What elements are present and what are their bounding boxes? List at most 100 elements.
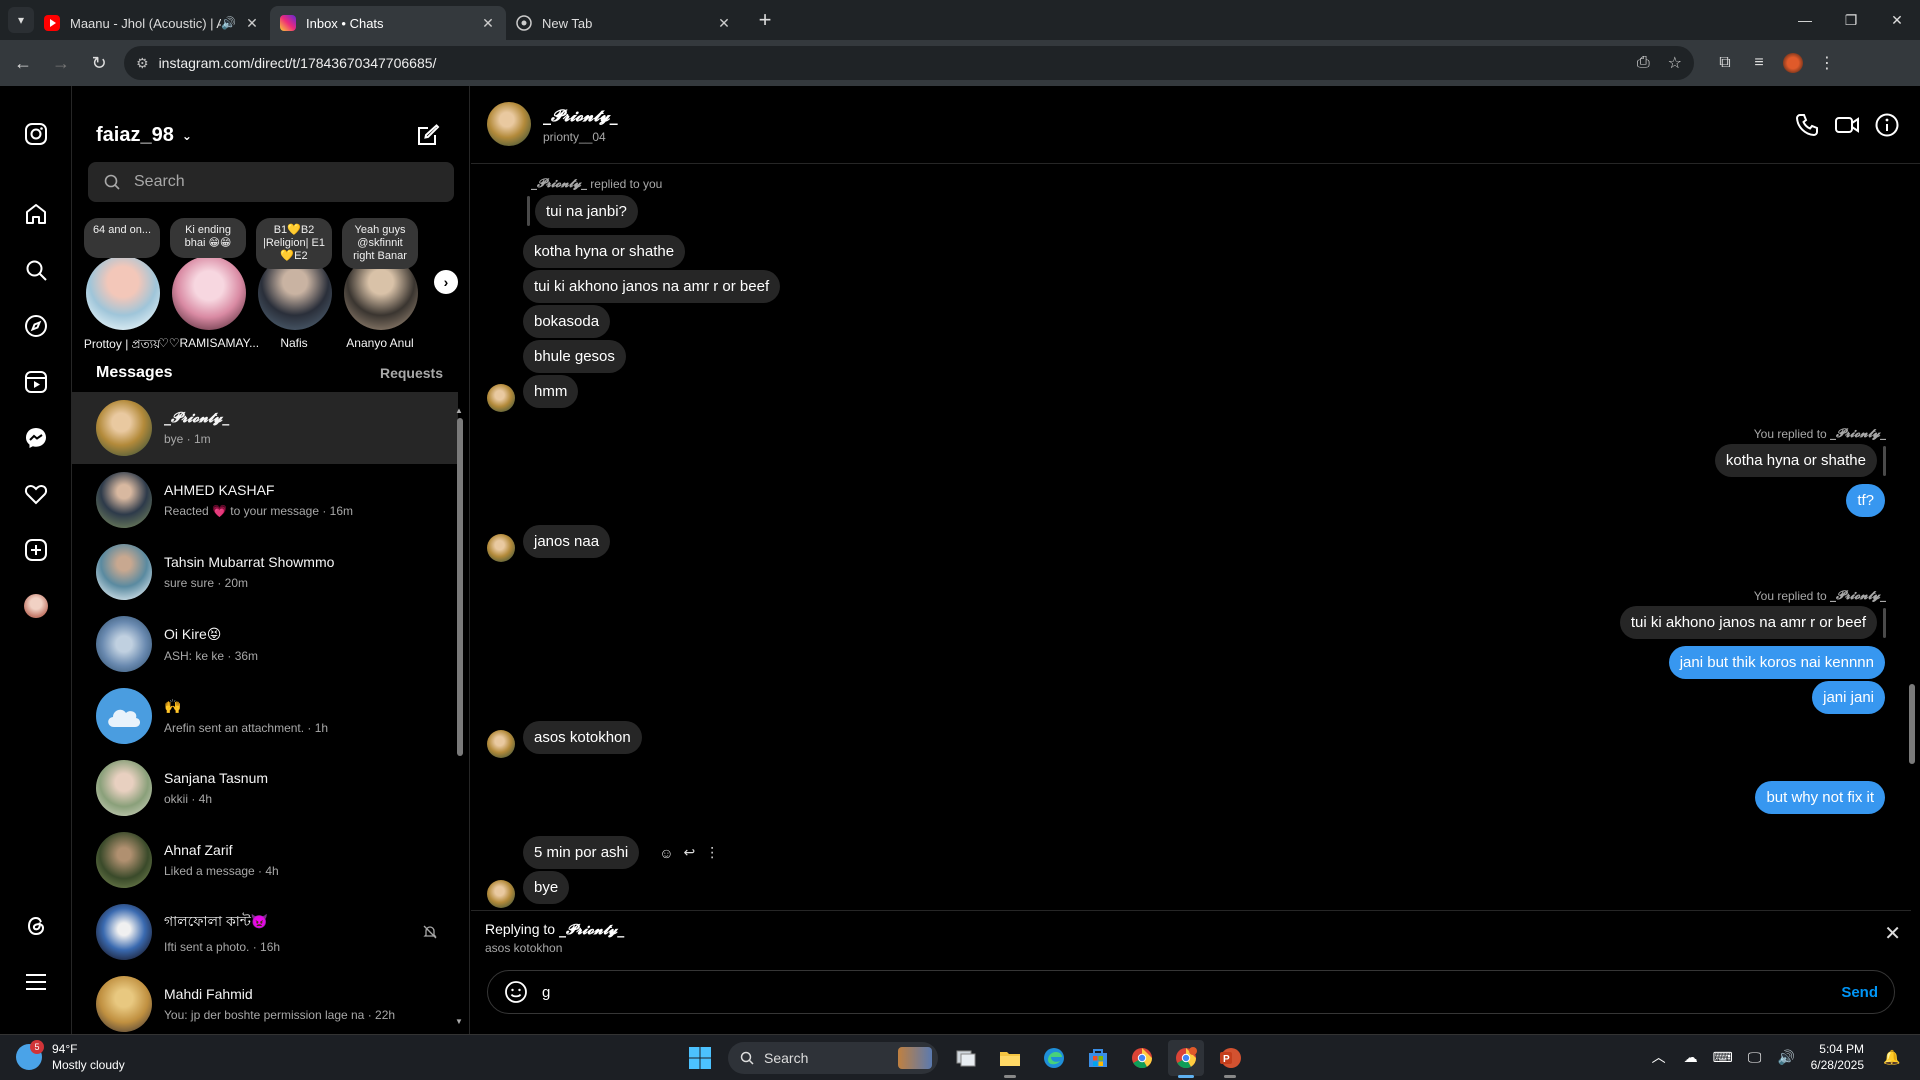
message-composer[interactable]: g Send — [487, 970, 1895, 1014]
new-message-compose-icon[interactable] — [415, 122, 441, 148]
close-tab-icon[interactable]: ✕ — [716, 15, 732, 32]
bookmark-star-icon[interactable]: ☆ — [1668, 53, 1682, 73]
more-kebab-icon[interactable]: ⋮ — [705, 844, 719, 861]
chrome-profile-icon[interactable] — [1168, 1040, 1204, 1078]
chat-partner-name[interactable]: _𝓟𝓻𝓲𝓸𝓷𝓽𝔂_ — [543, 106, 618, 126]
message-bubble-outgoing[interactable]: jani but thik koros nai kennnn — [1668, 646, 1885, 679]
threads-icon[interactable] — [22, 912, 50, 940]
menu-kebab-icon[interactable]: ⋮ — [1810, 53, 1844, 73]
message-bubble-outgoing[interactable]: jani jani — [1812, 681, 1885, 714]
message-bubble-incoming[interactable]: 5 min por ashi — [523, 836, 640, 869]
avatar[interactable] — [487, 534, 515, 562]
minimize-icon[interactable]: — — [1782, 0, 1828, 40]
thread-row[interactable]: Tahsin Mubarrat Showmmo sure sure · 20m — [72, 536, 458, 608]
create-plus-icon[interactable] — [22, 536, 50, 564]
search-input[interactable]: Search — [88, 162, 454, 202]
tab-youtube[interactable]: Maanu - Jhol (Acoustic) | Ar 🔊 ✕ — [34, 6, 270, 40]
reload-icon[interactable]: ↻ — [84, 48, 114, 78]
volume-icon[interactable]: 🔊 — [1773, 1049, 1801, 1066]
tab-instagram[interactable]: Inbox • Chats ✕ — [270, 6, 506, 40]
account-switcher[interactable]: faiaz_98 ⌄ — [96, 124, 192, 147]
search-icon[interactable] — [22, 256, 50, 284]
conversation-info-icon[interactable] — [1874, 112, 1900, 138]
thread-row[interactable]: _𝓟𝓻𝓲𝓸𝓷𝓽𝔂_ bye · 1m — [72, 392, 458, 464]
thread-row[interactable]: 🙌 Arefin sent an attachment. · 1h — [72, 680, 458, 752]
thread-row[interactable]: AHMED KASHAF Reacted 💗 to your message ·… — [72, 464, 458, 536]
tray-overflow-chevron-icon[interactable]: ︿ — [1645, 1047, 1673, 1067]
site-info-icon[interactable]: ⚙ — [136, 55, 149, 72]
more-menu-icon[interactable] — [22, 968, 50, 996]
network-icon[interactable]: 🖵 — [1741, 1049, 1769, 1066]
avatar[interactable] — [487, 102, 531, 146]
audio-call-phone-icon[interactable] — [1794, 112, 1820, 138]
tab-search-menu-icon[interactable]: ▾ — [8, 7, 34, 33]
clock[interactable]: 5:04 PM 6/28/2025 — [1811, 1041, 1864, 1073]
instagram-logo-icon[interactable] — [22, 120, 50, 148]
send-button[interactable]: Send — [1841, 984, 1878, 1001]
avatar[interactable] — [487, 730, 515, 758]
cancel-reply-close-icon[interactable]: ✕ — [1884, 921, 1901, 946]
url-bar[interactable]: ⚙ instagram.com/direct/t/178436703477066… — [124, 46, 1694, 80]
thread-row[interactable]: Ahnaf Zarif Liked a message · 4h — [72, 824, 458, 896]
forward-icon[interactable]: → — [46, 48, 76, 78]
close-window-icon[interactable]: ✕ — [1874, 0, 1920, 40]
file-explorer-icon[interactable] — [992, 1040, 1028, 1078]
profile-avatar-icon[interactable] — [1783, 53, 1803, 73]
message-bubble-quoted[interactable]: tui ki akhono janos na amr r or beef — [1619, 606, 1877, 639]
chrome-icon[interactable] — [1124, 1040, 1160, 1076]
video-call-icon[interactable] — [1834, 112, 1860, 138]
speaker-icon[interactable]: 🔊 — [221, 16, 236, 30]
messenger-icon[interactable] — [22, 424, 50, 452]
message-bubble-incoming[interactable]: asos kotokhon — [523, 721, 642, 754]
home-icon[interactable] — [22, 200, 50, 228]
message-bubble-outgoing[interactable]: tf? — [1846, 484, 1885, 517]
notification-bell-icon[interactable]: 🔔 — [1878, 1049, 1906, 1066]
message-bubble-incoming[interactable]: bhule gesos — [523, 340, 626, 373]
microsoft-store-icon[interactable] — [1080, 1040, 1116, 1076]
emoji-picker-icon[interactable] — [504, 980, 528, 1004]
reels-icon[interactable] — [22, 368, 50, 396]
message-bubble-incoming[interactable]: bokasoda — [523, 305, 611, 338]
message-bubble-incoming[interactable]: tui ki akhono janos na amr r or beef — [523, 270, 781, 303]
message-bubble-incoming[interactable]: tui na janbi? — [535, 195, 638, 228]
tab-new[interactable]: New Tab ✕ — [506, 6, 742, 40]
onedrive-cloud-icon[interactable]: ☁ — [1677, 1049, 1705, 1066]
message-input[interactable]: g — [542, 984, 1841, 1001]
scroll-up-arrow-icon[interactable]: ▲ — [455, 406, 463, 415]
message-bubble-incoming[interactable]: kotha hyna or shathe — [523, 235, 686, 268]
edge-browser-icon[interactable] — [1036, 1040, 1072, 1076]
close-tab-icon[interactable]: ✕ — [244, 15, 260, 32]
stories-next-chevron-icon[interactable]: › — [434, 270, 458, 294]
scrollbar-thumb[interactable] — [457, 418, 463, 756]
extensions-icon[interactable]: ⧉ — [1708, 54, 1742, 72]
avatar[interactable] — [487, 384, 515, 412]
profile-avatar-icon[interactable] — [22, 592, 50, 620]
message-bubble-incoming[interactable]: hmm — [523, 375, 579, 408]
notifications-heart-icon[interactable] — [22, 480, 50, 508]
message-bubble-quoted[interactable]: kotha hyna or shathe — [1714, 444, 1877, 477]
thread-row[interactable]: Oi Kire😝 ASH: ke ke · 36m — [72, 608, 458, 680]
thread-row[interactable]: গালফোলা কান্ট👿 Ifti sent a photo. · 16h — [72, 896, 458, 968]
avatar[interactable] — [487, 880, 515, 908]
new-tab-button[interactable]: + — [750, 7, 780, 33]
media-controls-icon[interactable]: ≡ — [1742, 54, 1776, 72]
task-view-icon[interactable] — [948, 1040, 984, 1076]
powerpoint-icon[interactable]: P — [1212, 1040, 1248, 1078]
thread-list-scrollbar[interactable]: ▲ ▼ — [455, 406, 465, 1026]
taskbar-search[interactable]: Search — [728, 1042, 938, 1074]
explore-compass-icon[interactable] — [22, 312, 50, 340]
reply-arrow-icon[interactable]: ↩ — [684, 844, 696, 861]
windows-start-icon[interactable] — [682, 1040, 718, 1076]
install-app-icon[interactable]: ⎙ — [1637, 54, 1650, 72]
back-icon[interactable]: ← — [8, 48, 38, 78]
scroll-down-arrow-icon[interactable]: ▼ — [455, 1017, 463, 1026]
keyboard-icon[interactable]: ⌨ — [1709, 1049, 1737, 1066]
thread-row[interactable]: Mahdi Fahmid You: jp der boshte permissi… — [72, 968, 458, 1034]
scrollbar-thumb[interactable] — [1909, 684, 1915, 764]
requests-link[interactable]: Requests — [380, 365, 443, 381]
message-bubble-incoming[interactable]: bye — [523, 871, 570, 904]
message-bubble-outgoing[interactable]: but why not fix it — [1755, 781, 1885, 814]
restore-icon[interactable]: ❐ — [1828, 0, 1874, 40]
thread-row[interactable]: Sanjana Tasnum okkii · 4h — [72, 752, 458, 824]
message-bubble-incoming[interactable]: janos naa — [523, 525, 611, 558]
